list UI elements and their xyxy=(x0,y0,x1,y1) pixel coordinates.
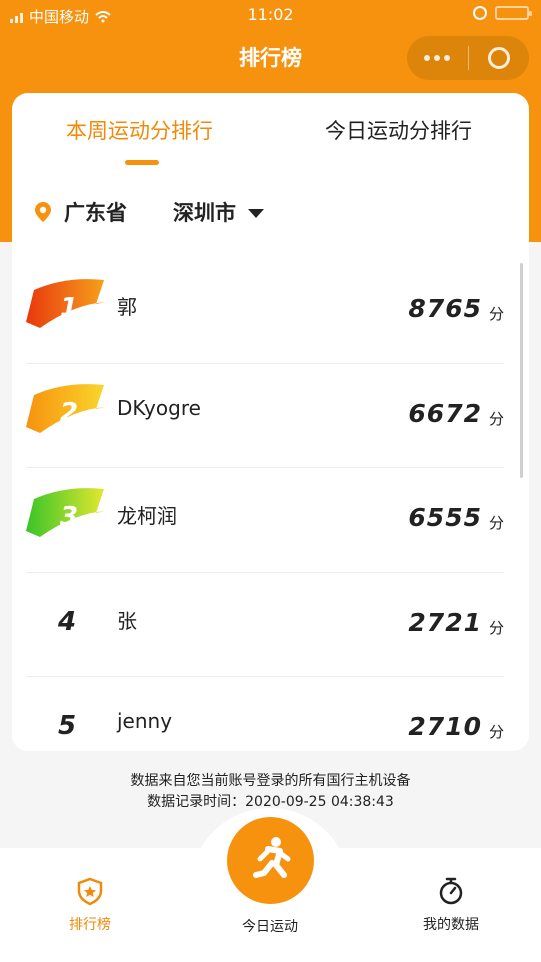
tabbar-ranking[interactable]: 排行榜 xyxy=(30,876,150,934)
city-label: 深圳市 xyxy=(173,201,236,225)
tabbar-today-label: 今日运动 xyxy=(242,919,298,935)
score-unit: 分 xyxy=(488,723,504,741)
tabbar-my-data-label: 我的数据 xyxy=(423,917,479,933)
ranking-list: 1 郭 8765 分 2 DKyogre 6672 分 3 龙柯润 6555 分 xyxy=(26,259,504,751)
tabbar-today[interactable]: 今日运动 xyxy=(210,916,330,936)
ranking-row[interactable]: 5 jenny 2710 分 xyxy=(26,677,504,751)
ranking-row[interactable]: 3 龙柯润 6555 分 xyxy=(26,468,504,573)
star-shield-icon xyxy=(77,877,103,906)
score-value: 2721 xyxy=(408,607,482,637)
runner-icon xyxy=(252,836,290,878)
user-name: 张 xyxy=(117,608,137,633)
miniprogram-capsule xyxy=(407,36,529,80)
score-value: 2710 xyxy=(408,712,482,741)
city-dropdown[interactable]: 深圳市 xyxy=(173,197,264,227)
today-exercise-button[interactable] xyxy=(227,817,314,904)
status-bar: 中国移动 11:02 xyxy=(0,0,541,32)
user-name: DKyogre xyxy=(117,395,201,420)
user-name: 龙柯润 xyxy=(117,504,177,528)
score-unit: 分 xyxy=(488,305,504,323)
rank-number: 5 xyxy=(58,711,77,741)
score-unit: 分 xyxy=(488,409,504,428)
tab-weekly[interactable]: 本周运动分排行 xyxy=(66,115,213,145)
score-value: 8765 xyxy=(408,294,482,323)
clock: 11:02 xyxy=(247,5,294,24)
ranking-row[interactable]: 4 张 2721 分 xyxy=(26,573,504,677)
status-right xyxy=(473,6,532,20)
ranking-card: 本周运动分排行 今日运动分排行 广东省 深圳市 1 郭 8765 分 2 DKy… xyxy=(12,93,529,751)
province-label[interactable]: 广东省 xyxy=(64,197,127,227)
data-source-note: 数据来自您当前账号登录的所有国行主机设备 xyxy=(130,773,411,789)
location-pin-icon xyxy=(35,202,51,222)
tabbar-ranking-label: 排行榜 xyxy=(69,917,111,933)
rotation-lock-icon xyxy=(473,6,487,20)
ranking-row[interactable]: 2 DKyogre 6672 分 xyxy=(26,364,504,468)
rank-number: 3 xyxy=(60,502,79,532)
close-button[interactable] xyxy=(469,36,530,80)
active-tab-indicator xyxy=(125,160,159,165)
rank-number: 4 xyxy=(58,606,77,637)
stopwatch-icon xyxy=(439,877,463,905)
rank-number: 1 xyxy=(60,293,79,323)
ranking-tabs: 本周运动分排行 今日运动分排行 xyxy=(12,93,529,173)
rank-number: 2 xyxy=(60,397,79,428)
score-value: 6555 xyxy=(408,503,482,532)
battery-icon xyxy=(495,6,532,20)
score-unit: 分 xyxy=(488,514,504,532)
scrollbar[interactable] xyxy=(520,263,523,478)
user-name: jenny xyxy=(117,709,173,733)
tabbar-my-data[interactable]: 我的数据 xyxy=(391,876,511,934)
ranking-row[interactable]: 1 郭 8765 分 xyxy=(26,259,504,364)
location-selector: 广东省 深圳市 xyxy=(34,197,264,227)
score-unit: 分 xyxy=(488,618,504,637)
tab-daily[interactable]: 今日运动分排行 xyxy=(325,115,472,145)
caret-down-icon xyxy=(248,208,264,218)
more-button[interactable] xyxy=(407,36,468,80)
score-value: 6672 xyxy=(408,398,482,428)
user-name: 郭 xyxy=(117,295,137,319)
more-icon xyxy=(424,55,431,61)
close-icon xyxy=(487,47,510,69)
